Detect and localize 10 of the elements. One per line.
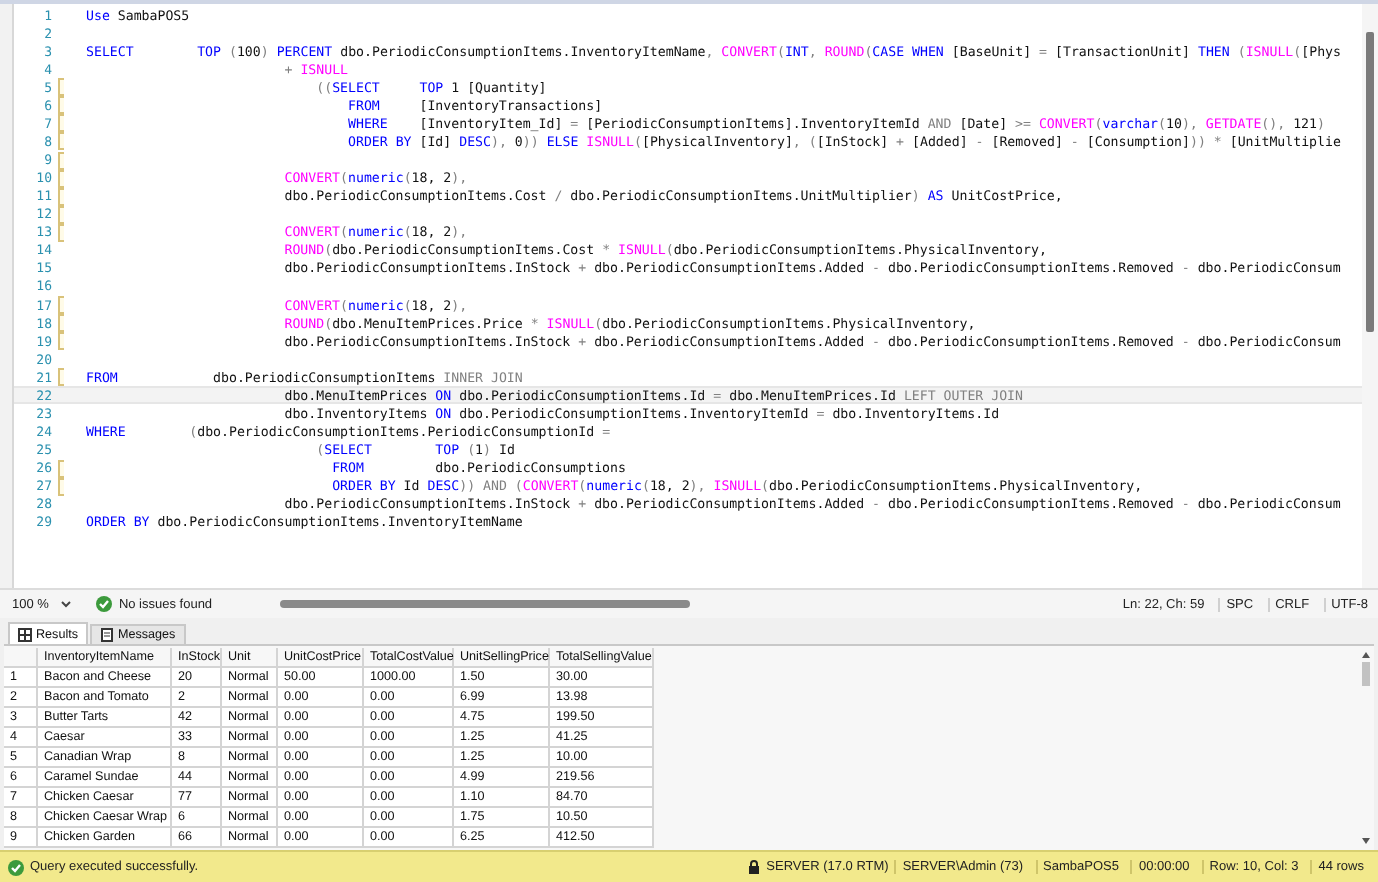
scroll-up-icon: [1362, 652, 1370, 658]
success-icon: [8, 859, 24, 875]
caret-icon: [60, 600, 73, 608]
scroll-down-icon: [1362, 838, 1370, 844]
check-icon: [96, 596, 113, 612]
vertical-scrollbar[interactable]: [1362, 4, 1378, 588]
grid-icon: [18, 627, 32, 641]
horizontal-scrollbar[interactable]: [280, 600, 691, 608]
vertical-scrollbar[interactable]: [1358, 646, 1374, 850]
lock-icon: [748, 860, 761, 874]
